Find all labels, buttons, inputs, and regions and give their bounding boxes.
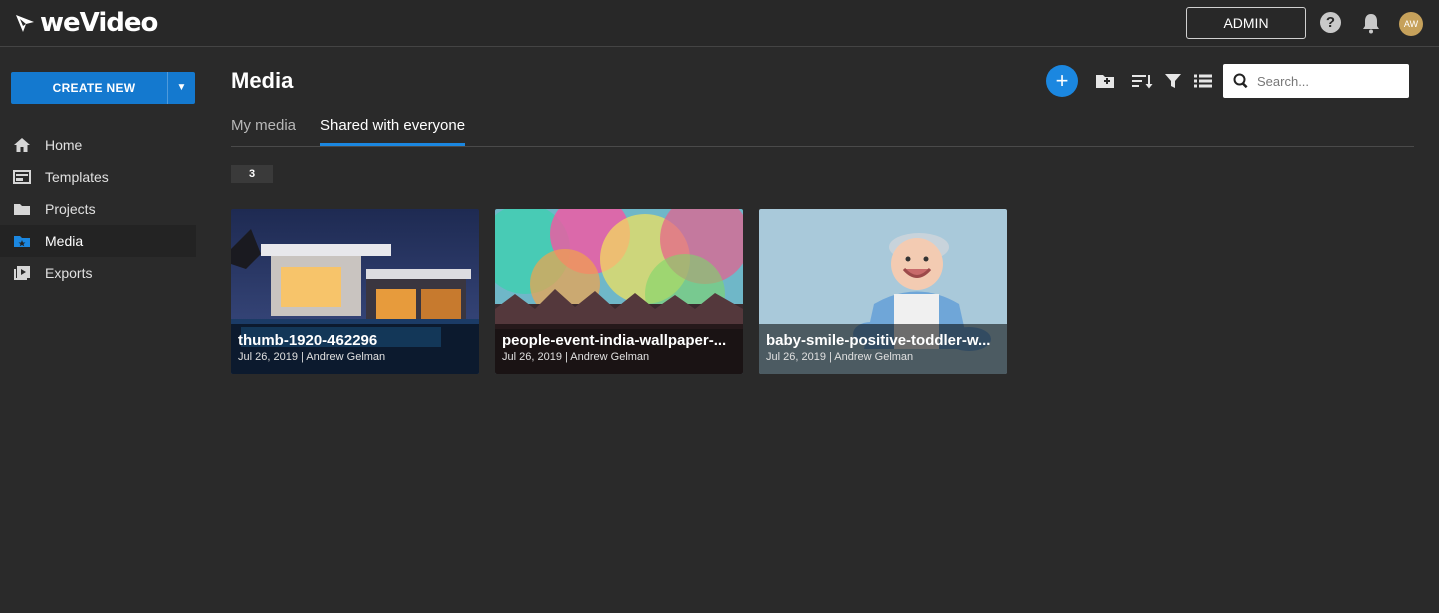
templates-icon: [12, 168, 32, 186]
media-card[interactable]: people-event-india-wallpaper-... Jul 26,…: [495, 209, 743, 374]
top-bar: weVideo ADMIN ? AW: [0, 0, 1439, 47]
card-caption: baby-smile-positive-toddler-w... Jul 26,…: [759, 324, 1007, 374]
media-tabs: My media Shared with everyone: [231, 113, 1414, 147]
card-caption: thumb-1920-462296 Jul 26, 2019 | Andrew …: [231, 324, 479, 374]
sidebar-item-exports[interactable]: Exports: [0, 257, 196, 289]
create-new-label: CREATE NEW: [52, 81, 136, 95]
tab-shared-with-everyone[interactable]: Shared with everyone: [320, 117, 466, 146]
logo-text: weVideo: [40, 8, 158, 38]
page-title: Media: [231, 68, 294, 93]
filter-icon[interactable]: [1162, 71, 1184, 91]
sort-icon[interactable]: [1131, 71, 1153, 91]
new-folder-icon[interactable]: [1094, 71, 1116, 91]
search-box[interactable]: [1223, 64, 1409, 98]
sidebar-item-label: Media: [45, 233, 84, 249]
help-icon[interactable]: ?: [1320, 12, 1341, 33]
chevron-down-icon[interactable]: ▼: [167, 72, 195, 104]
media-card[interactable]: baby-smile-positive-toddler-w... Jul 26,…: [759, 209, 1007, 374]
media-card[interactable]: thumb-1920-462296 Jul 26, 2019 | Andrew …: [231, 209, 479, 374]
sidebar-item-label: Projects: [45, 201, 96, 217]
media-icon: [12, 232, 32, 250]
sidebar-item-media[interactable]: Media: [0, 225, 196, 257]
sidebar-item-templates[interactable]: Templates: [0, 161, 196, 193]
tab-my-media[interactable]: My media: [231, 117, 296, 146]
avatar[interactable]: AW: [1399, 12, 1423, 36]
wevideo-logo[interactable]: weVideo: [14, 8, 158, 38]
card-title: people-event-india-wallpaper-...: [502, 332, 727, 349]
search-icon: [1233, 73, 1248, 89]
exports-icon: [12, 264, 32, 282]
add-media-button[interactable]: +: [1046, 65, 1078, 97]
list-view-icon[interactable]: [1192, 71, 1214, 91]
card-meta: Jul 26, 2019 | Andrew Gelman: [502, 351, 650, 363]
card-meta: Jul 26, 2019 | Andrew Gelman: [766, 351, 914, 363]
card-meta: Jul 26, 2019 | Andrew Gelman: [238, 351, 386, 363]
create-new-button[interactable]: CREATE NEW ▼: [11, 72, 195, 104]
sidebar-item-label: Templates: [45, 169, 109, 185]
sidebar-item-projects[interactable]: Projects: [0, 193, 196, 225]
sidebar-item-home[interactable]: Home: [0, 129, 196, 161]
card-title: thumb-1920-462296: [238, 332, 378, 349]
home-icon: [12, 136, 32, 154]
logo-play-icon: [16, 15, 34, 32]
card-caption: people-event-india-wallpaper-... Jul 26,…: [495, 324, 743, 374]
sidebar-nav: Home Templates Projects Media Exports: [0, 129, 196, 289]
bell-icon[interactable]: [1361, 12, 1381, 34]
sidebar-item-label: Exports: [45, 265, 93, 281]
folder-icon: [12, 200, 32, 218]
card-title: baby-smile-positive-toddler-w...: [766, 332, 991, 349]
admin-button[interactable]: ADMIN: [1186, 7, 1306, 39]
sidebar-item-label: Home: [45, 137, 83, 153]
item-count-badge: 3: [231, 165, 273, 183]
search-input[interactable]: [1257, 73, 1397, 89]
